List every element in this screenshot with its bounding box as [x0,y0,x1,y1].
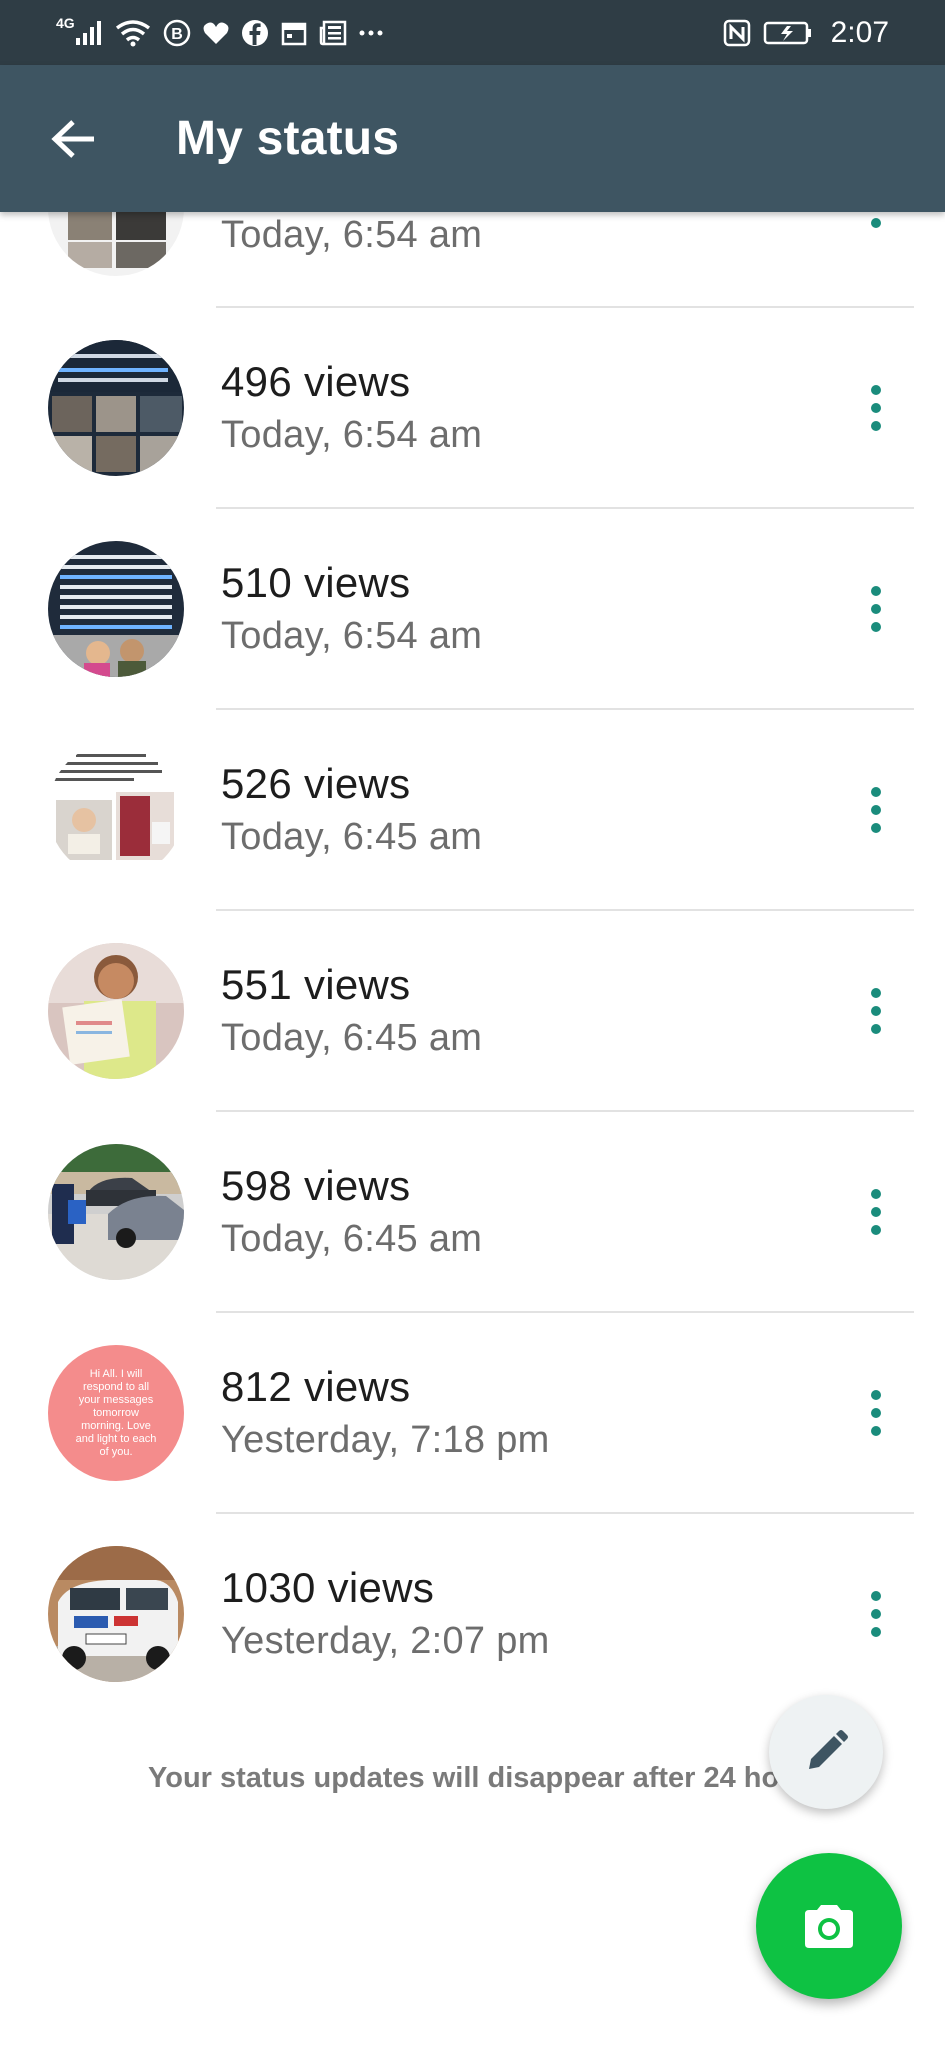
kebab-dot [871,622,881,632]
kebab-dot [871,586,881,596]
clock: 2:07 [830,15,889,49]
status-views: 1030 views [221,1564,435,1611]
kebab-dot [871,1609,881,1619]
heart-icon [203,21,229,45]
status-info: 551 views Today, 6:45 am [221,961,482,1061]
arrow-left-icon [51,119,94,158]
calendar-icon [281,20,307,46]
status-row[interactable]: 551 views Today, 6:45 am [0,911,945,1112]
nfc-icon [723,19,751,47]
kebab-dot [871,823,881,833]
status-info: 496 views Today, 6:54 am [221,358,482,458]
status-row[interactable]: 496 views Today, 6:54 am [0,308,945,509]
kebab-dot [871,1189,881,1199]
status-views: 551 views [221,961,411,1008]
status-bar: 4G B 2:07 [0,0,945,65]
wifi-icon [115,19,151,47]
signal-icon: 4G [56,15,103,46]
status-row[interactable]: Hi All. I will respond to all your messa… [0,1313,945,1514]
kebab-dot [871,988,881,998]
kebab-dot [871,787,881,797]
status-menu-button[interactable] [856,378,896,438]
status-info: 526 views Today, 6:45 am [221,760,482,860]
kebab-dot [871,403,881,413]
status-menu-button[interactable] [856,1383,896,1443]
pencil-icon [809,1730,848,1769]
kebab-dot [871,1390,881,1400]
status-views: 598 views [221,1162,411,1209]
status-info: 510 views Today, 6:54 am [221,559,482,659]
kebab-dot [871,1207,881,1217]
svg-text:B: B [171,26,183,43]
news-icon [319,20,347,46]
status-list: Today, 6:54 am 496 views Today, 6:54 am [0,140,945,1715]
status-time: Yesterday, 2:07 pm [221,1620,550,1662]
kebab-dot [871,1591,881,1601]
status-time: Today, 6:45 am [221,1218,483,1260]
kebab-dot [871,1426,881,1436]
status-menu-button[interactable] [856,981,896,1041]
kebab-dot [871,805,881,815]
kebab-dot [871,1024,881,1034]
status-thumbnail[interactable] [48,340,184,476]
status-time: Today, 6:54 am [221,414,483,456]
status-bar-right: 2:07 [723,16,889,50]
status-thumbnail[interactable] [48,742,184,878]
status-views: 812 views [221,1363,411,1410]
status-thumbnail[interactable] [48,1144,184,1280]
kebab-dot [871,421,881,431]
status-views: 510 views [221,559,411,606]
kebab-dot [871,604,881,614]
status-row[interactable]: 598 views Today, 6:45 am [0,1112,945,1313]
back-button[interactable] [44,109,104,169]
status-thumbnail[interactable] [48,1546,184,1682]
camera-status-button[interactable] [756,1853,902,1999]
status-views: 496 views [221,358,411,405]
page-title: My status [176,112,400,165]
status-views: 526 views [221,760,411,807]
kebab-dot [871,1408,881,1418]
battery-charging-icon [763,20,813,46]
status-info: 812 views Yesterday, 7:18 pm [221,1363,550,1463]
status-menu-button[interactable] [856,1182,896,1242]
status-time: Today, 6:54 am [221,615,483,657]
status-row[interactable]: 1030 views Yesterday, 2:07 pm [0,1514,945,1715]
kebab-dot [871,1627,881,1637]
status-bar-left: 4G B [56,15,383,47]
status-time: Today, 6:45 am [221,816,483,858]
kebab-dot [871,218,881,228]
app-bar: My status [0,65,945,212]
network-type: 4G [56,14,75,31]
text-status-button[interactable] [769,1695,883,1809]
status-info: 598 views Today, 6:45 am [221,1162,482,1262]
status-row[interactable]: 526 views Today, 6:45 am [0,710,945,911]
my-status-screen: 4G B 2:07 My status Today, 6:54 am 496 v… [0,0,945,2048]
status-row[interactable]: Today, 6:54 am [0,140,945,308]
kebab-dot [871,1225,881,1235]
camera-icon [805,1905,853,1948]
text-status-preview: Hi All. I will respond to all your messa… [75,1367,157,1458]
facebook-icon [241,19,269,47]
status-info: Today, 6:54 am [221,212,482,258]
status-thumbnail[interactable] [48,943,184,1079]
status-info: 1030 views Yesterday, 2:07 pm [221,1564,550,1664]
status-time: Today, 6:54 am [221,214,483,256]
status-menu-button[interactable] [856,1584,896,1644]
kebab-dot [871,385,881,395]
status-row[interactable]: 510 views Today, 6:54 am [0,509,945,710]
b-badge-icon: B [163,19,191,47]
status-time: Yesterday, 7:18 pm [221,1419,550,1461]
status-menu-button[interactable] [856,780,896,840]
more-icon [359,29,383,37]
status-thumbnail[interactable]: Hi All. I will respond to all your messa… [48,1345,184,1481]
status-menu-button[interactable] [856,579,896,639]
kebab-dot [871,1006,881,1016]
status-thumbnail[interactable] [48,541,184,677]
status-time: Today, 6:45 am [221,1017,483,1059]
